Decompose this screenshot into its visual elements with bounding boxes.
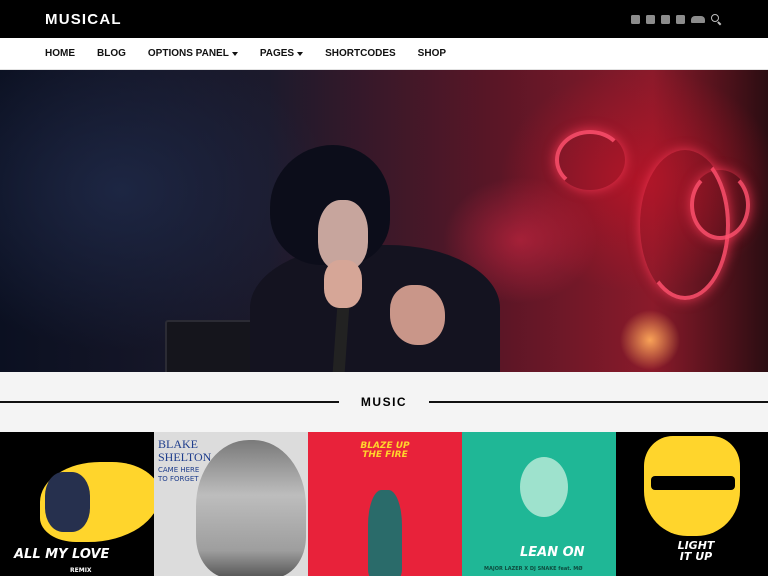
album-subtitle: REMIX	[70, 567, 92, 574]
twitter-icon[interactable]	[646, 14, 655, 24]
caret-down-icon	[231, 52, 238, 56]
album-title: LIGHT IT UP	[677, 539, 715, 563]
nav-item-options-panel[interactable]: OPTIONS PANEL	[148, 48, 238, 59]
neon-sign	[690, 170, 750, 240]
album-cover[interactable]: LEAN ON MAJOR LAZER X DJ SNAKE feat. MØ	[462, 432, 616, 576]
singer-hand	[390, 285, 445, 345]
nav-item-pages[interactable]: PAGES	[259, 48, 304, 59]
cover-art	[651, 476, 735, 490]
album-cover[interactable]: BLAKE SHELTON CAME HERE TO FORGET	[154, 432, 308, 576]
album-subtitle: MAJOR LAZER X DJ SNAKE feat. MØ	[484, 566, 583, 572]
nav-item-label: PAGES	[259, 48, 295, 59]
nav-item-label: BLOG	[97, 48, 126, 59]
instagram-icon[interactable]	[661, 14, 670, 24]
nav-item-label: SHORTCODES	[325, 48, 396, 59]
cover-art	[196, 440, 306, 576]
section-heading: MUSIC	[0, 372, 768, 432]
soundcloud-icon[interactable]	[691, 15, 705, 23]
album-cover[interactable]: BLAZE UP THE FIRE	[308, 432, 462, 576]
neon-sign	[555, 130, 625, 190]
hero-image	[0, 70, 768, 372]
nav-item-home[interactable]: HOME	[45, 48, 75, 59]
nav-item-shortcodes[interactable]: SHORTCODES	[325, 48, 396, 59]
search-icon[interactable]	[711, 13, 722, 25]
main-nav: HOME BLOG OPTIONS PANEL PAGES SHORTCODES…	[0, 38, 768, 70]
nav-item-shop[interactable]: SHOP	[418, 48, 446, 59]
album-title: BLAZE UP THE FIRE	[360, 441, 410, 461]
divider	[0, 401, 339, 403]
top-bar: MUSICAL	[0, 0, 768, 38]
album-title: LEAN ON	[520, 545, 585, 560]
cover-art	[520, 457, 568, 517]
album-cover[interactable]: ALL MY LOVE REMIX	[0, 432, 154, 576]
nav-item-label: SHOP	[417, 48, 447, 59]
cover-art	[45, 472, 90, 532]
section-title: MUSIC	[360, 395, 408, 409]
nav-item-blog[interactable]: BLOG	[97, 48, 126, 59]
singer-hand	[324, 260, 362, 308]
singer-body	[250, 245, 500, 372]
album-title: BLAKE SHELTON	[158, 437, 212, 464]
album-subtitle: CAME HERE TO FORGET	[158, 466, 200, 484]
album-cover[interactable]: LIGHT IT UP	[616, 432, 768, 576]
facebook-icon[interactable]	[631, 14, 640, 24]
nav-item-label: HOME	[45, 48, 75, 59]
caret-down-icon	[297, 52, 304, 56]
album-grid: ALL MY LOVE REMIX BLAKE SHELTON CAME HER…	[0, 432, 768, 576]
site-logo[interactable]: MUSICAL	[45, 11, 122, 28]
nav-item-label: OPTIONS PANEL	[147, 48, 229, 59]
youtube-icon[interactable]	[676, 14, 685, 24]
album-title: ALL MY LOVE	[14, 547, 110, 562]
cover-art	[368, 490, 402, 576]
social-links	[631, 13, 722, 25]
divider	[429, 401, 768, 403]
